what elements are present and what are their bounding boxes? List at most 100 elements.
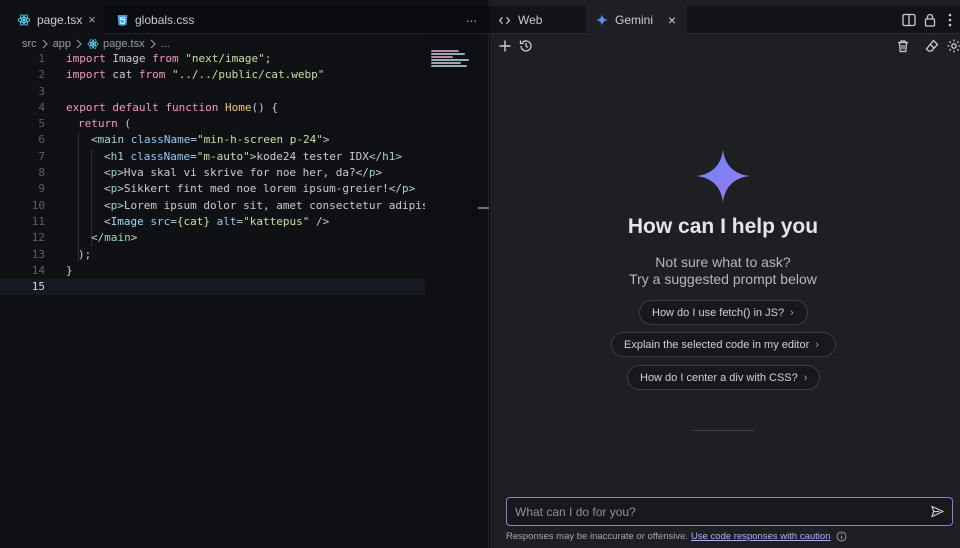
tab-page-tsx[interactable]: page.tsx xyxy=(0,6,105,34)
send-icon[interactable] xyxy=(930,504,945,519)
css-icon xyxy=(117,14,128,26)
line-text: return ( xyxy=(78,116,131,132)
token: () { xyxy=(251,100,278,114)
react-icon xyxy=(87,39,99,49)
line-text: export default function Home() { xyxy=(66,100,278,116)
suggested-prompt-label: How do I center a div with CSS? xyxy=(640,371,798,384)
token: /> xyxy=(309,214,330,228)
line-number: 2 xyxy=(38,68,45,82)
line-number: 5 xyxy=(38,117,45,131)
suggested-prompt-button[interactable]: How do I use fetch() in JS? xyxy=(639,300,808,325)
editor-tab-bar: page.tsx globals.css xyxy=(0,6,489,34)
line-text: < p>Hva skal vi skrive for noe her, da?</… xyxy=(104,165,382,181)
ellipsis-icon[interactable] xyxy=(463,12,479,28)
current-line[interactable]: 15 xyxy=(0,279,425,296)
breadcrumb-item[interactable]: app xyxy=(53,38,71,50)
breadcrumb-item[interactable]: ... xyxy=(161,38,170,50)
tab-globals-css[interactable]: globals.css xyxy=(106,6,206,34)
panel-tab-bar: Web Gemini xyxy=(490,6,960,34)
code-area[interactable]: 1 import Image from "next/image"; 2 import… xyxy=(0,51,442,296)
token: "next/image" xyxy=(185,52,265,65)
line-number: 3 xyxy=(38,84,45,98)
suggested-prompt-label: How do I use fetch() in JS? xyxy=(652,306,785,319)
welcome-heading: How can I help you xyxy=(627,215,819,238)
lock-icon[interactable] xyxy=(922,12,938,28)
gemini-panel: Web Gemini How can I help you Not sure w… xyxy=(490,0,960,548)
suggested-prompt-button[interactable]: How do I center a div with CSS? xyxy=(627,365,820,390)
line-text: import Image from "next/image"; xyxy=(66,51,271,67)
token: return xyxy=(78,117,118,131)
line-text: </main> xyxy=(91,230,137,246)
token: >Lorem ipsum dolor sit, amet consectetur… xyxy=(117,198,442,212)
settings-icon[interactable] xyxy=(946,38,960,54)
more-vertical-icon[interactable] xyxy=(942,12,958,28)
token: src xyxy=(150,214,171,228)
split-editor-icon[interactable] xyxy=(901,12,917,28)
tab-label: Gemini xyxy=(615,13,654,27)
line-number: 12 xyxy=(31,231,45,245)
token: < xyxy=(91,133,98,147)
line-text: <h1 className="m-auto">kode24 tester IDX… xyxy=(104,149,402,165)
token: ); xyxy=(78,247,92,261)
code-line: 6 <main className="min-h-screen p-24"> xyxy=(0,132,425,148)
chat-input[interactable] xyxy=(515,498,915,525)
close-tab-icon[interactable] xyxy=(665,13,679,27)
code-line: 4 export default function Home() { xyxy=(0,100,425,116)
token: p xyxy=(368,166,376,180)
chevron-right-icon xyxy=(790,307,794,319)
line-number: 7 xyxy=(38,149,45,163)
line-number: 11 xyxy=(31,214,45,228)
info-icon[interactable] xyxy=(836,531,847,542)
token: > xyxy=(322,133,330,147)
code-line: 9 < p>Sikkert fint med noe lorem ipsum-gre… xyxy=(0,181,425,197)
tab-label: globals.css xyxy=(135,13,195,27)
token: < xyxy=(104,166,111,180)
breadcrumb-item[interactable]: page.tsx xyxy=(103,38,145,50)
token: p xyxy=(402,182,409,196)
token: >Hva skal vi skrive for noe her, da?</ xyxy=(117,166,369,180)
token: < xyxy=(104,149,111,163)
token: < xyxy=(104,198,111,212)
token: import xyxy=(66,52,106,65)
token: = xyxy=(190,149,197,163)
token: cat xyxy=(105,68,139,82)
line-text: import cat from "../../public/cat.webp" xyxy=(66,67,324,83)
minimap-line xyxy=(431,62,461,64)
chat-input-box[interactable] xyxy=(506,497,953,526)
token: main xyxy=(104,231,131,245)
tab-label: Web xyxy=(518,13,543,27)
suggested-prompt-button[interactable]: Explain the selected code in my editor xyxy=(611,332,836,357)
token: main xyxy=(97,133,125,147)
code-line: 3 xyxy=(0,84,425,100)
caution-link[interactable]: Use code responses with caution xyxy=(691,531,830,542)
token: Image xyxy=(105,52,153,65)
breadcrumb-item[interactable]: src xyxy=(22,38,37,50)
code-line: 13); xyxy=(0,247,425,263)
minimap-line xyxy=(431,65,467,67)
scrollbar-indicator[interactable] xyxy=(478,207,489,209)
history-icon[interactable] xyxy=(518,38,534,54)
code-line: 7 <h1 className="m-auto">kode24 tester ID… xyxy=(0,149,425,165)
tab-gemini[interactable]: Gemini xyxy=(586,6,687,34)
token: > xyxy=(130,231,138,245)
minimap-line xyxy=(431,50,459,52)
chevron-right-icon xyxy=(804,372,808,384)
trash-icon[interactable] xyxy=(895,38,911,54)
add-icon[interactable] xyxy=(497,38,513,54)
code-line: 14} xyxy=(0,263,425,279)
token: < xyxy=(104,182,111,196)
token: > xyxy=(375,166,383,180)
tab-web[interactable]: Web xyxy=(490,6,585,34)
line-text: <main className="min-h-screen p-24"> xyxy=(91,132,329,148)
close-tab-icon[interactable] xyxy=(85,13,99,27)
welcome-subheading: Not sure what to ask? xyxy=(655,254,791,270)
token: Home xyxy=(224,100,252,114)
eraser-icon[interactable] xyxy=(924,38,940,54)
token: = xyxy=(170,214,177,228)
line-number: 10 xyxy=(31,198,45,212)
minimap[interactable] xyxy=(425,34,479,548)
minimap-line xyxy=(431,53,465,55)
code-line: 12 </main> xyxy=(0,230,425,246)
token: "min-h-screen p-24" xyxy=(196,133,323,147)
